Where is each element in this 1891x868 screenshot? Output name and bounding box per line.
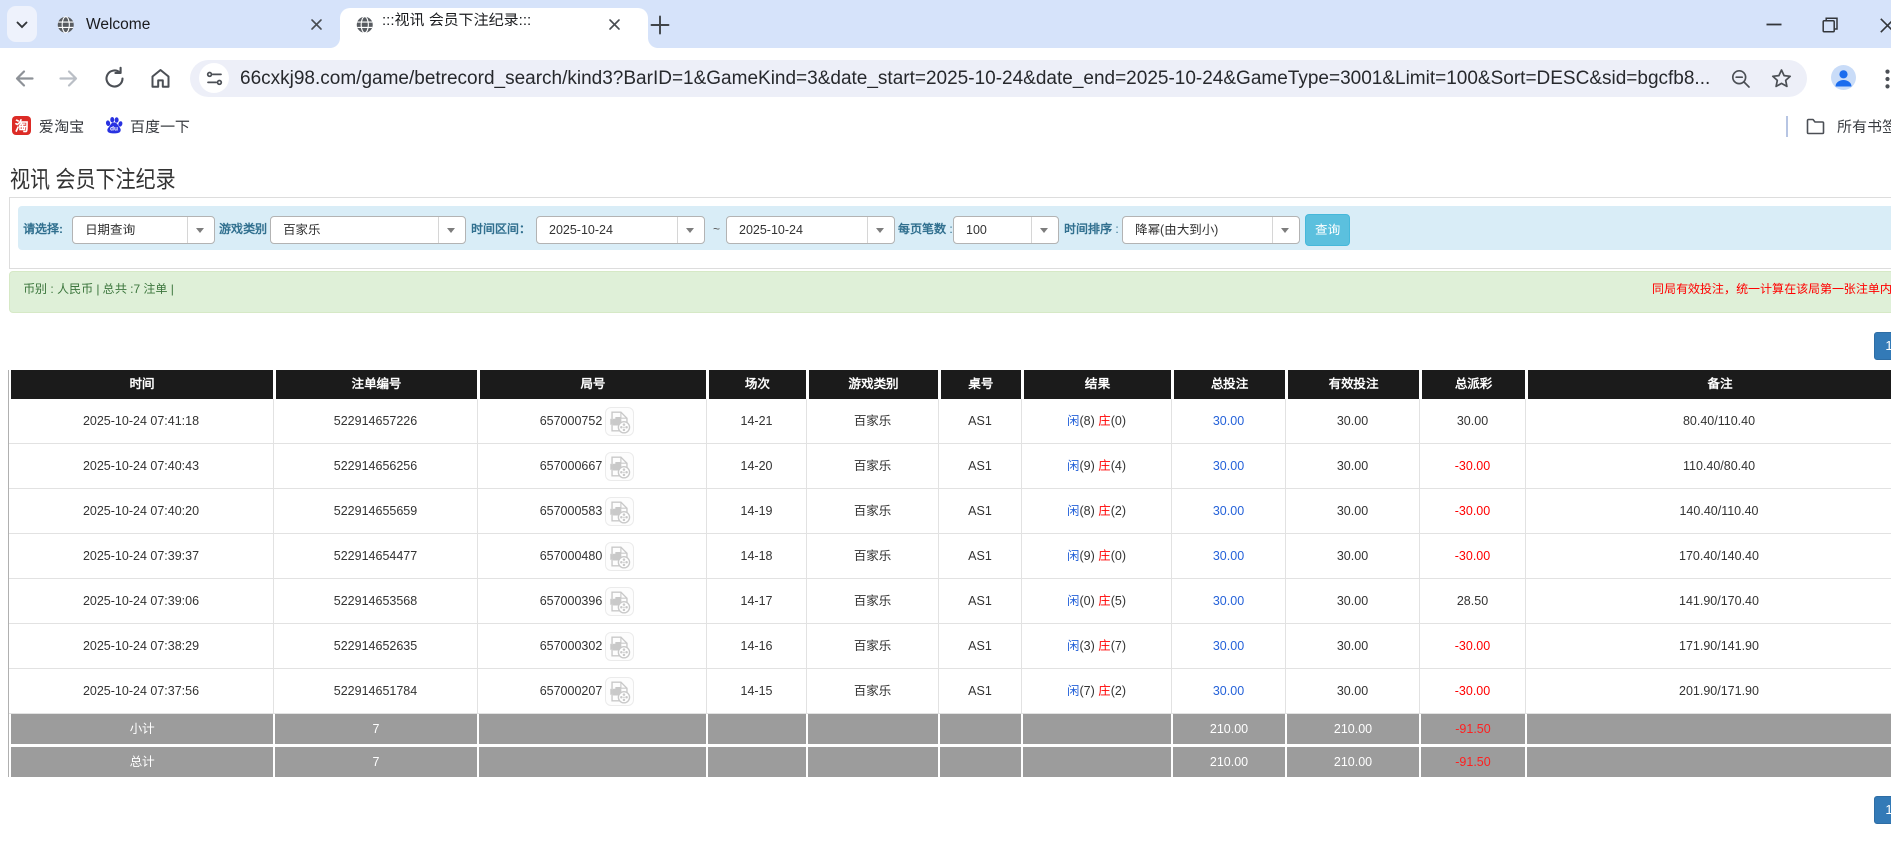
svg-text:du: du [110, 126, 118, 133]
